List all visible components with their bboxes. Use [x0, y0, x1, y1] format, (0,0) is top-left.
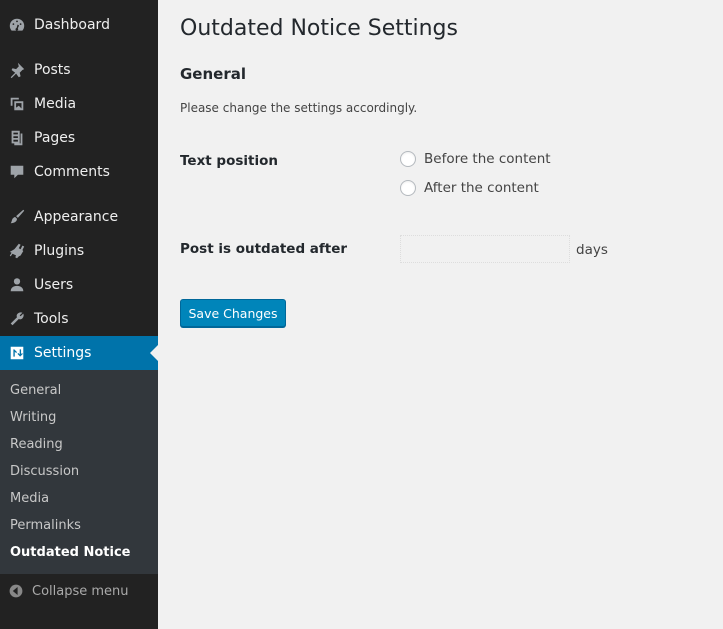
pin-icon [0, 53, 34, 87]
collapse-icon [0, 583, 32, 599]
wrench-icon [0, 302, 34, 336]
text-position-label: Text position [180, 153, 279, 169]
menu-label: Dashboard [34, 17, 110, 33]
menu-label: Users [34, 277, 74, 293]
outdated-days-input[interactable] [400, 235, 570, 263]
submenu-item-reading[interactable]: Reading [10, 437, 63, 452]
dashboard-icon [0, 8, 34, 42]
submenu-item-general[interactable]: General [10, 383, 61, 398]
menu-label: Comments [34, 164, 110, 180]
collapse-menu-button[interactable]: Collapse menu [0, 574, 158, 608]
radio-before-content[interactable]: Before the content [400, 151, 551, 167]
menu-label: Posts [34, 62, 71, 78]
submenu-item-media[interactable]: Media [10, 491, 49, 506]
radio-label: After the content [424, 180, 539, 196]
days-unit-label: days [576, 242, 608, 258]
settings-icon [0, 336, 34, 370]
settings-submenu: General Writing Reading Discussion Media… [0, 370, 158, 574]
radio-circle[interactable] [400, 151, 416, 167]
main-content: Outdated Notice Settings General Please … [158, 0, 723, 629]
save-changes-button[interactable]: Save Changes [180, 299, 286, 327]
menu-item-plugins[interactable]: Plugins [0, 234, 158, 268]
submenu-item-permalinks[interactable]: Permalinks [10, 518, 81, 533]
submenu-item-outdated-notice[interactable]: Outdated Notice [10, 545, 130, 560]
menu-label: Settings [34, 345, 92, 361]
paintbrush-icon [0, 200, 34, 234]
radio-circle[interactable] [400, 180, 416, 196]
menu-item-comments[interactable]: Comments [0, 155, 158, 189]
menu-label: Tools [34, 311, 69, 327]
submenu-item-writing[interactable]: Writing [10, 410, 56, 425]
menu-item-pages[interactable]: Pages [0, 121, 158, 155]
submenu-item-discussion[interactable]: Discussion [10, 464, 79, 479]
page-title: Outdated Notice Settings [180, 16, 458, 41]
media-icon [0, 87, 34, 121]
section-description: Please change the settings accordingly. [180, 101, 418, 115]
menu-item-appearance[interactable]: Appearance [0, 200, 158, 234]
collapse-label: Collapse menu [32, 583, 129, 599]
menu-item-settings[interactable]: Settings [0, 336, 158, 370]
menu-item-dashboard[interactable]: Dashboard [0, 8, 158, 42]
menu-item-tools[interactable]: Tools [0, 302, 158, 336]
plugin-icon [0, 234, 34, 268]
menu-item-posts[interactable]: Posts [0, 53, 158, 87]
radio-after-content[interactable]: After the content [400, 180, 539, 196]
admin-sidebar: Dashboard Posts Media Pages Comments App… [0, 0, 158, 629]
pages-icon [0, 121, 34, 155]
menu-item-media[interactable]: Media [0, 87, 158, 121]
outdated-after-label: Post is outdated after [180, 241, 348, 257]
menu-item-users[interactable]: Users [0, 268, 158, 302]
users-icon [0, 268, 34, 302]
section-title: General [180, 65, 246, 83]
menu-label: Pages [34, 130, 76, 146]
menu-label: Media [34, 96, 77, 112]
radio-label: Before the content [424, 151, 551, 167]
menu-label: Appearance [34, 209, 119, 225]
menu-label: Plugins [34, 243, 85, 259]
comment-icon [0, 155, 34, 189]
